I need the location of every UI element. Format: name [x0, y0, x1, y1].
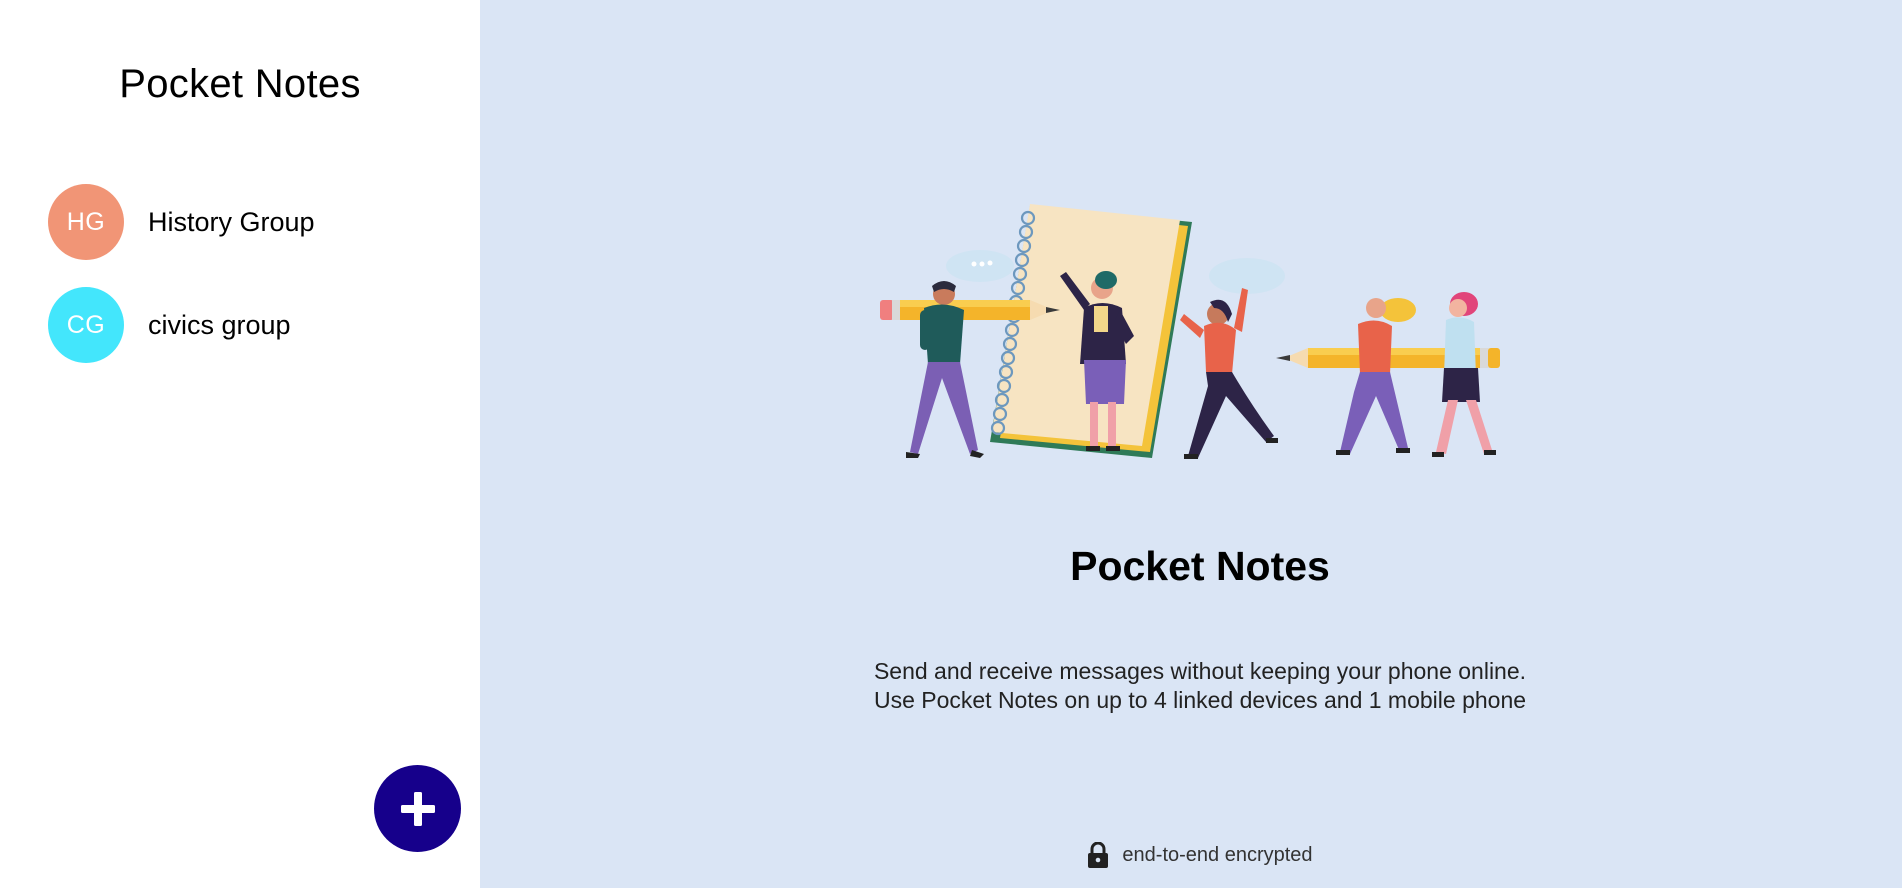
pencil-graphic: [880, 300, 1060, 320]
main-panel: Pocket Notes Send and receive messages w…: [480, 0, 1902, 888]
description-line: Send and receive messages without keepin…: [873, 658, 1527, 684]
person-graphic: [1432, 292, 1496, 457]
hero-illustration: [880, 204, 1500, 459]
encryption-notice: end-to-end encrypted: [480, 842, 1902, 869]
encryption-text: end-to-end encrypted: [1122, 844, 1313, 866]
avatar-initials: HG: [66, 207, 106, 236]
plus-icon: [400, 791, 435, 826]
lock-icon: [1087, 842, 1109, 869]
sidebar: Pocket Notes HG History Group CG civics …: [0, 0, 480, 888]
group-name: History Group: [148, 206, 315, 237]
description-line: Use Pocket Notes on up to 4 linked devic…: [873, 687, 1527, 713]
group-name: civics group: [148, 309, 291, 340]
person-graphic: [1180, 288, 1278, 459]
person-graphic: [1336, 298, 1416, 455]
welcome-title: Pocket Notes: [1070, 543, 1330, 589]
group-avatar: CG: [48, 287, 124, 363]
add-group-button[interactable]: [374, 765, 461, 852]
welcome-description: Send and receive messages without keepin…: [480, 657, 1902, 715]
app-title: Pocket Notes: [119, 62, 361, 106]
group-item-history-group[interactable]: HG History Group: [48, 184, 448, 260]
group-item-civics-group[interactable]: CG civics group: [48, 287, 448, 363]
group-avatar: HG: [48, 184, 124, 260]
group-list: HG History Group CG civics group: [48, 184, 448, 390]
avatar-initials: CG: [66, 310, 106, 339]
